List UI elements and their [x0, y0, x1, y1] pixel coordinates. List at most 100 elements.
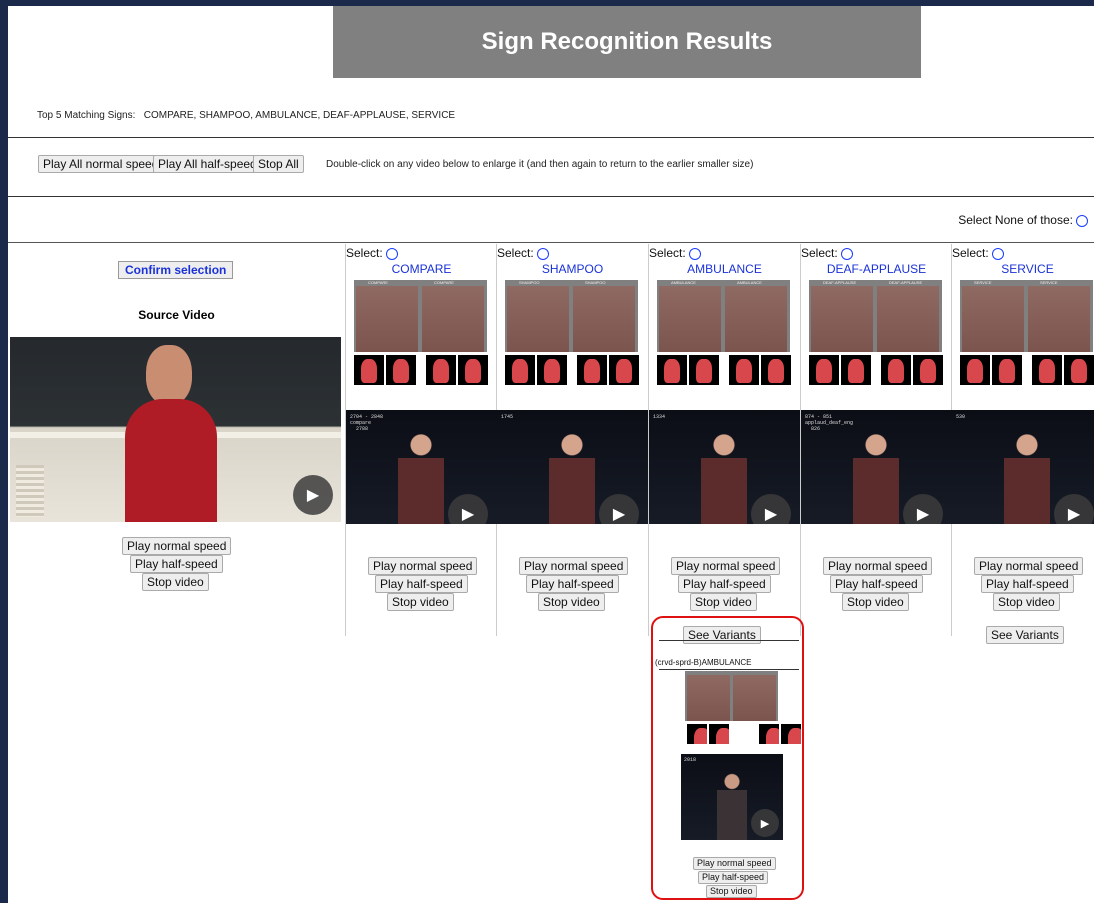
- gloss-label: AMBULANCE: [687, 262, 762, 276]
- sign-sprite[interactable]: AMBULANCE AMBULANCE: [657, 280, 790, 352]
- variant-play-half-button[interactable]: Play half-speed: [698, 871, 769, 884]
- handshape-image: [687, 724, 707, 744]
- handshape-image: [1032, 355, 1062, 385]
- handshape-image: [354, 355, 384, 385]
- handshape-image: [505, 355, 535, 385]
- play-half-button[interactable]: Play half-speed: [375, 575, 468, 593]
- variant-stop-button[interactable]: Stop video: [706, 885, 757, 898]
- gloss-label: SHAMPOO: [541, 262, 604, 276]
- select-none: Select None of those:: [958, 213, 1088, 227]
- select-none-radio[interactable]: [1076, 214, 1088, 227]
- divider: [8, 137, 1094, 138]
- sign-sprite[interactable]: SERVICE SERVICE: [960, 280, 1093, 352]
- top-matches-list: COMPARE, SHAMPOO, AMBULANCE, DEAF-APPLAU…: [143, 110, 456, 121]
- page-title: Sign Recognition Results: [333, 6, 921, 78]
- handshape-image: [761, 355, 791, 385]
- confirm-selection-button[interactable]: Confirm selection: [118, 261, 234, 279]
- handshape-thumbnails: [807, 355, 947, 385]
- stop-video-button[interactable]: Stop video: [538, 593, 605, 611]
- handshape-image: [426, 355, 456, 385]
- select-deaf-applause: Select:: [801, 246, 853, 260]
- sign-sprite[interactable]: COMPARE COMPARE: [354, 280, 487, 352]
- signer-body: [125, 399, 217, 522]
- play-icon[interactable]: ▶: [293, 475, 333, 515]
- source-video[interactable]: ▶: [10, 337, 341, 522]
- handshape-image: [992, 355, 1022, 385]
- play-icon[interactable]: ▶: [903, 494, 943, 524]
- play-half-button[interactable]: Play half-speed: [830, 575, 923, 593]
- source-play-normal-button[interactable]: Play normal speed: [122, 537, 232, 555]
- see-variants-button[interactable]: See Variants: [986, 626, 1064, 644]
- sign-video[interactable]: 2704 - 2848 compare 2788 ▶: [346, 410, 497, 524]
- result-column-service: Select: SERVICE SERVICE SERVICE 530 ▶ Pl…: [952, 244, 1094, 644]
- sign-video[interactable]: 1334 ▶: [649, 410, 800, 524]
- play-normal-button[interactable]: Play normal speed: [368, 557, 478, 575]
- stop-video-button[interactable]: Stop video: [690, 593, 757, 611]
- sign-sprite[interactable]: DEAF-APPLAUSE DEAF-APPLAUSE: [809, 280, 942, 352]
- select-radio[interactable]: [688, 247, 701, 260]
- handshape-image: [709, 724, 729, 744]
- handshape-thumbnails: [503, 355, 643, 385]
- handshape-image: [759, 724, 779, 744]
- variant-title: (crvd-sprd-B)AMBULANCE: [655, 658, 752, 667]
- play-normal-button[interactable]: Play normal speed: [519, 557, 629, 575]
- handshape-image: [881, 355, 911, 385]
- instruction-note: Double-click on any video below to enlar…: [326, 159, 754, 170]
- play-half-button[interactable]: Play half-speed: [981, 575, 1074, 593]
- handshape-image: [458, 355, 488, 385]
- sign-video[interactable]: 874 - 851 applaud_deaf_eng 826 ▶: [801, 410, 952, 524]
- handshape-image: [609, 355, 639, 385]
- variant-panel: (crvd-sprd-B)AMBULANCE 2018 ▶ Play norma…: [651, 616, 804, 900]
- signer-face: [146, 345, 192, 405]
- handshape-thumbnails: [352, 355, 492, 385]
- select-service: Select:: [952, 246, 1004, 260]
- play-all-half-button[interactable]: Play All half-speed: [153, 155, 262, 173]
- play-icon[interactable]: ▶: [751, 494, 791, 524]
- handshape-image: [537, 355, 567, 385]
- divider: [8, 196, 1094, 197]
- stop-video-button[interactable]: Stop video: [993, 593, 1060, 611]
- play-icon[interactable]: ▶: [448, 494, 488, 524]
- handshape-image: [577, 355, 607, 385]
- sign-video[interactable]: 530 ▶: [952, 410, 1094, 524]
- play-half-button[interactable]: Play half-speed: [526, 575, 619, 593]
- handshape-image: [729, 355, 759, 385]
- variant-sprite[interactable]: [685, 671, 778, 721]
- top-matches-label: Top 5 Matching Signs:: [37, 110, 136, 121]
- gloss-label: SERVICE: [1001, 262, 1054, 276]
- handshape-image: [781, 724, 801, 744]
- stop-video-button[interactable]: Stop video: [842, 593, 909, 611]
- play-normal-button[interactable]: Play normal speed: [974, 557, 1084, 575]
- select-ambulance: Select:: [649, 246, 701, 260]
- stop-video-button[interactable]: Stop video: [387, 593, 454, 611]
- select-radio[interactable]: [385, 247, 398, 260]
- source-stop-button[interactable]: Stop video: [142, 573, 209, 591]
- select-radio[interactable]: [536, 247, 549, 260]
- handshape-image: [689, 355, 719, 385]
- variant-play-normal-button[interactable]: Play normal speed: [693, 857, 776, 870]
- handshape-image: [841, 355, 871, 385]
- select-radio[interactable]: [991, 247, 1004, 260]
- handshape-image: [1064, 355, 1094, 385]
- sign-video[interactable]: 1745 ▶: [497, 410, 648, 524]
- play-all-normal-button[interactable]: Play All normal speed: [38, 155, 164, 173]
- page: Sign Recognition Results Top 5 Matching …: [8, 6, 1094, 903]
- select-radio[interactable]: [840, 247, 853, 260]
- select-shampoo: Select:: [497, 246, 549, 260]
- top-matches: Top 5 Matching Signs: COMPARE, SHAMPOO, …: [37, 110, 455, 121]
- play-normal-button[interactable]: Play normal speed: [671, 557, 781, 575]
- play-icon[interactable]: ▶: [599, 494, 639, 524]
- gloss-label: COMPARE: [391, 262, 452, 276]
- play-half-button[interactable]: Play half-speed: [678, 575, 771, 593]
- play-normal-button[interactable]: Play normal speed: [823, 557, 933, 575]
- sign-sprite[interactable]: SHAMPOO SHAMPOO: [505, 280, 638, 352]
- handshape-thumbnails: [655, 355, 795, 385]
- handshape-image: [386, 355, 416, 385]
- play-icon[interactable]: ▶: [751, 809, 779, 837]
- variant-video[interactable]: 2018 ▶: [681, 754, 783, 840]
- divider: [8, 242, 1094, 243]
- stop-all-button[interactable]: Stop All: [253, 155, 304, 173]
- play-icon[interactable]: ▶: [1054, 494, 1094, 524]
- handshape-image: [809, 355, 839, 385]
- source-play-half-button[interactable]: Play half-speed: [130, 555, 223, 573]
